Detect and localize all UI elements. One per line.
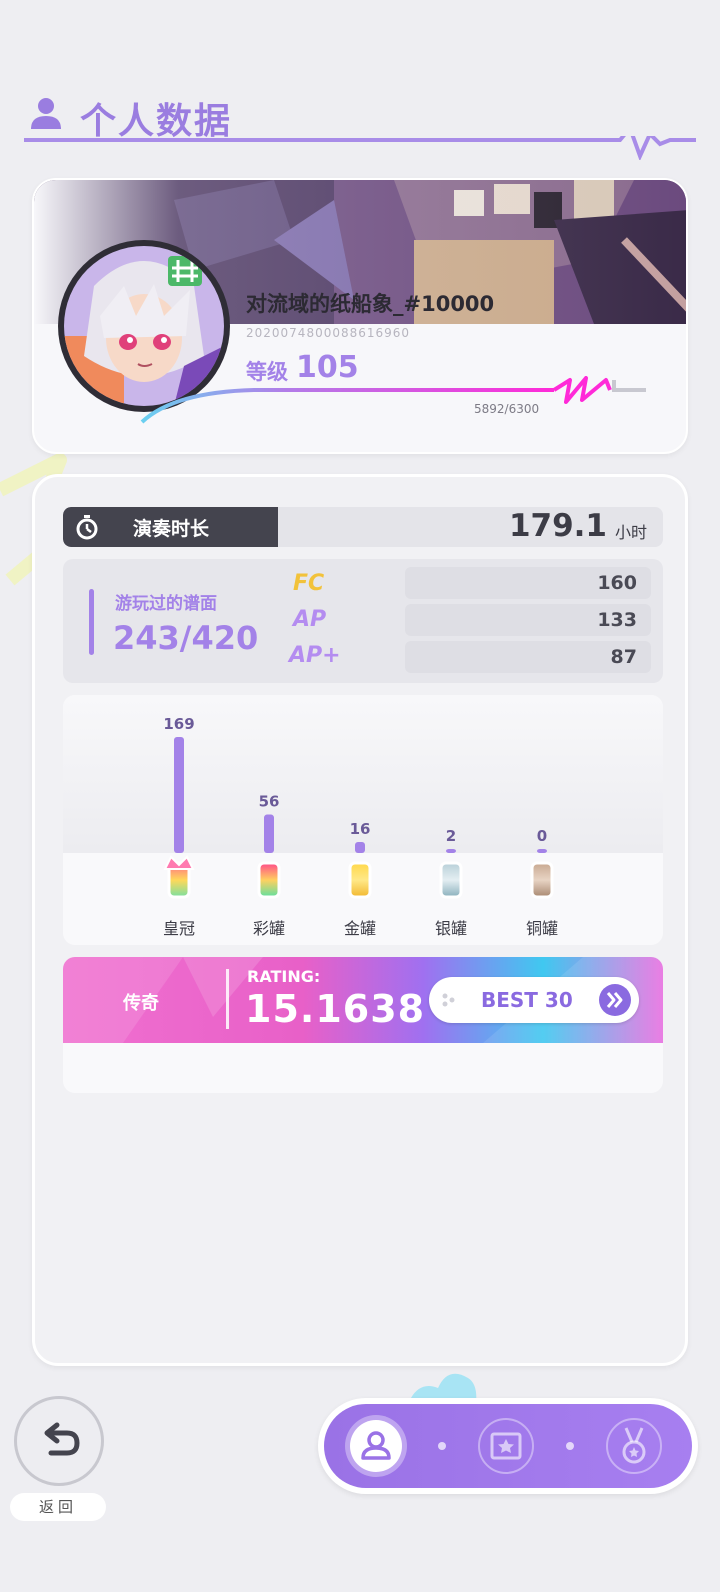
rating-value: 15.1638: [245, 987, 426, 1031]
played-charts-value: 243/420: [113, 619, 259, 657]
playtime-value: 179.1: [508, 508, 607, 544]
silver-can-icon: [439, 861, 463, 899]
rating-divider: [226, 969, 229, 1029]
double-chevron-right-icon: [599, 984, 631, 1016]
best-30-label: BEST 30: [481, 988, 573, 1012]
bottom-nav-bar: [324, 1404, 692, 1488]
category-label-bronze: 铜罐: [525, 919, 558, 938]
can-stats-chart: 169 56 16 2 0 皇冠 彩罐 金罐 银罐 铜罐: [63, 695, 663, 945]
playtime-unit: 小时: [614, 523, 647, 542]
ap-plus-badge: AP+: [289, 643, 341, 668]
bar-gold: [355, 842, 365, 853]
ap-badge: AP: [293, 607, 327, 632]
nav-separator-dot: [438, 1442, 446, 1450]
bronze-can-icon: [530, 861, 554, 899]
value-label-bronze: 0: [537, 827, 547, 845]
header-heartbeat-line: [24, 136, 696, 160]
can-bar-chart: 169 56 16 2 0: [163, 715, 554, 899]
fc-count-pill: 160: [405, 567, 651, 599]
back-button[interactable]: [14, 1396, 104, 1486]
bar-silver: [446, 849, 456, 853]
category-label-gold: 金罐: [343, 919, 376, 938]
value-label-gold: 16: [350, 820, 371, 838]
photo-frame-icon: [478, 1418, 534, 1474]
dots-icon: [442, 993, 455, 1007]
bar-crown: [174, 737, 184, 853]
user-id: 2020074800088616960: [246, 326, 411, 340]
xp-text: 5892/6300: [474, 402, 540, 416]
rating-panel: 传奇 RATING: 15.1638 BEST 30: [63, 957, 663, 1093]
category-label-crown: 皇冠: [162, 919, 195, 938]
crown-can-icon: [163, 855, 195, 899]
nav-profile[interactable]: [344, 1414, 408, 1478]
fc-badge: FC: [293, 571, 325, 596]
playtime-label: 演奏时长: [133, 518, 210, 540]
category-label-rainbow: 彩罐: [252, 919, 285, 938]
person-icon: [31, 98, 61, 129]
profile-icon: [345, 1415, 407, 1477]
undo-arrow-icon: [44, 1422, 80, 1456]
back-label[interactable]: 返回: [10, 1493, 106, 1521]
accent-bar: [89, 589, 94, 655]
value-label-rainbow: 56: [259, 793, 280, 811]
rating-tier: 传奇: [123, 993, 159, 1014]
stopwatch-icon: [76, 515, 98, 540]
fc-count: 160: [597, 572, 637, 594]
username: 对流域的纸船象_#10000: [246, 292, 495, 316]
stats-card: 演奏时长 179.1 小时 游玩过的谱面 243/420 FC AP AP+ 1…: [32, 474, 688, 1366]
value-label-silver: 2: [446, 827, 456, 845]
profile-card: 对流域的纸船象_#10000 2020074800088616960 等级 10…: [32, 178, 688, 454]
best-30-button[interactable]: BEST 30: [429, 977, 639, 1023]
medal-icon: [606, 1418, 662, 1474]
bar-rainbow: [264, 814, 274, 853]
ap-count-pill: 133: [405, 604, 651, 636]
bottom-nav: [318, 1398, 698, 1494]
bar-bronze: [537, 849, 547, 853]
played-charts-panel: 游玩过的谱面 243/420 FC AP AP+ 160 133 87: [63, 559, 663, 683]
playtime-tag: 演奏时长: [63, 507, 278, 547]
category-label-silver: 银罐: [434, 919, 467, 938]
ap-count: 133: [597, 609, 637, 631]
played-charts-label: 游玩过的谱面: [115, 594, 217, 614]
nav-medal[interactable]: [602, 1414, 666, 1478]
ap-plus-count: 87: [610, 646, 637, 668]
value-label-crown: 169: [163, 715, 194, 733]
page-header: 个人数据: [24, 88, 696, 160]
gold-can-icon: [348, 861, 372, 899]
rainbow-can-icon: [257, 861, 281, 899]
nav-photo-frame[interactable]: [474, 1414, 538, 1478]
xp-progress-bar: [140, 376, 646, 424]
playtime-row: 演奏时长 179.1 小时: [63, 507, 663, 547]
rating-caption: RATING:: [247, 967, 321, 986]
nav-separator-dot: [566, 1442, 574, 1450]
ap-plus-count-pill: 87: [405, 641, 651, 673]
